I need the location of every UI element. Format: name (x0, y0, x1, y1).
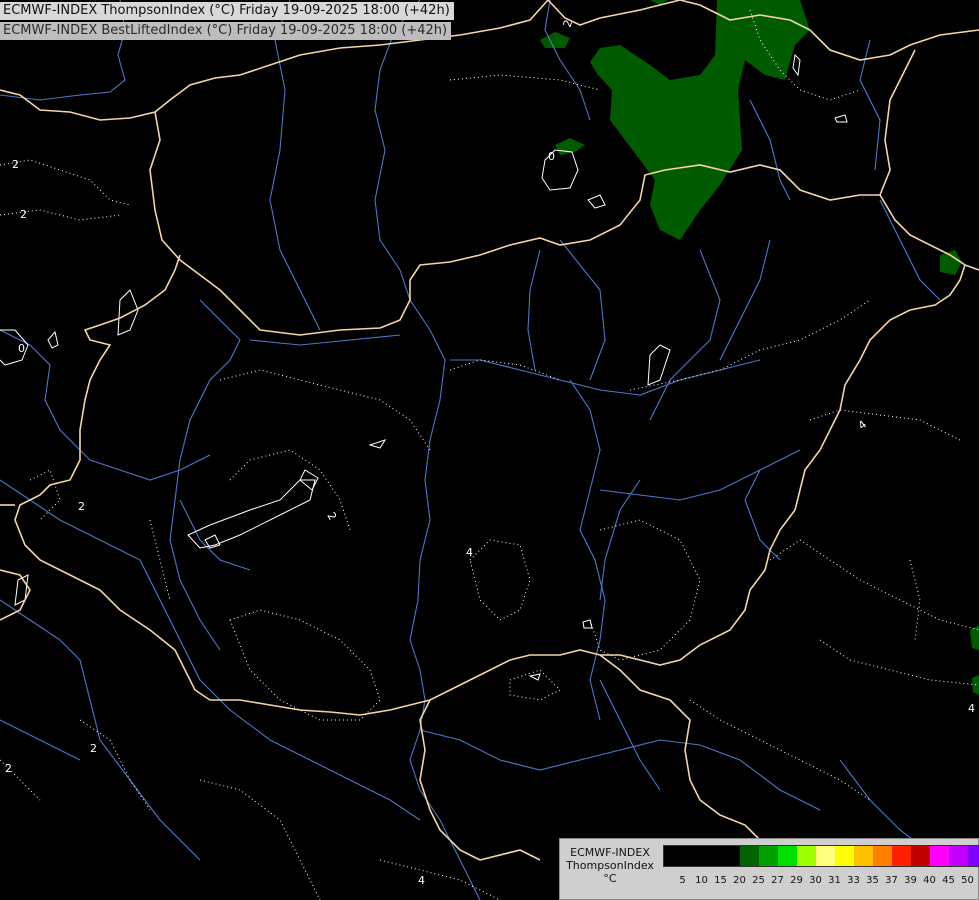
contour-label: 2 (5, 762, 12, 775)
map-title-bestlifted: ECMWF-INDEX BestLiftedIndex (°C) Friday … (0, 22, 452, 40)
legend-swatch (930, 846, 949, 866)
contour-label: 4 (466, 546, 473, 559)
legend-tick-label: 50 (961, 875, 974, 886)
legend-tick-label: 10 (695, 875, 708, 886)
legend-tick-label: 5 (679, 875, 686, 886)
legend-swatch (911, 846, 930, 866)
legend-swatch (683, 846, 702, 866)
contour-label: 0 (18, 342, 25, 355)
contour-label: 2 (78, 500, 85, 513)
contour-label: 0 (548, 150, 555, 163)
contour-label: 2 (12, 158, 19, 171)
legend-swatch (664, 846, 683, 866)
legend-ticks: 51015202527293031333537394045505560 (673, 875, 979, 886)
contour-label: 4 (968, 702, 975, 715)
legend-swatch (702, 846, 721, 866)
legend-tick-label: 37 (885, 875, 898, 886)
legend-label-index: ThompsonIndex (566, 859, 654, 872)
map-title-thompson: ECMWF-INDEX ThompsonIndex (°C) Friday 19… (0, 2, 454, 20)
legend-swatch (797, 846, 816, 866)
legend-swatch (892, 846, 911, 866)
legend-tick-label: 39 (904, 875, 917, 886)
legend-swatch (759, 846, 778, 866)
legend-tick-label: 31 (828, 875, 841, 886)
legend-tick-label: 33 (847, 875, 860, 886)
contour-label: 4 (418, 874, 425, 887)
legend-swatch (740, 846, 759, 866)
legend-tick-label: 29 (790, 875, 803, 886)
legend-swatch (835, 846, 854, 866)
legend-swatch (816, 846, 835, 866)
legend-swatch (721, 846, 740, 866)
legend-tick-label: 35 (866, 875, 879, 886)
legend-label-source: ECMWF-INDEX (570, 846, 650, 859)
legend-swatch (873, 846, 892, 866)
legend-label-unit: °C (603, 872, 617, 885)
legend-tick-label: 45 (942, 875, 955, 886)
legend-swatch (968, 846, 979, 866)
legend-swatch (778, 846, 797, 866)
legend-tick-label: 40 (923, 875, 936, 886)
legend-swatch (854, 846, 873, 866)
contour-label: 2 (90, 742, 97, 755)
legend-swatches (663, 845, 979, 867)
contour-label: 2 (20, 208, 27, 221)
weather-map: 2 2 2 0 2 2 4 4 2 2 4 0 4 (0, 0, 979, 900)
legend-tick-label: 30 (809, 875, 822, 886)
legend-tick-label: 20 (733, 875, 746, 886)
legend-tick-label: 25 (752, 875, 765, 886)
color-legend: ECMWF-INDEX ThompsonIndex °C 5 10 15 20 25 27… (559, 838, 979, 900)
legend-tick-label: 15 (714, 875, 727, 886)
legend-label: ECMWF-INDEX ThompsonIndex °C (566, 846, 654, 885)
legend-swatch (949, 846, 968, 866)
legend-tick-label: 27 (771, 875, 784, 886)
